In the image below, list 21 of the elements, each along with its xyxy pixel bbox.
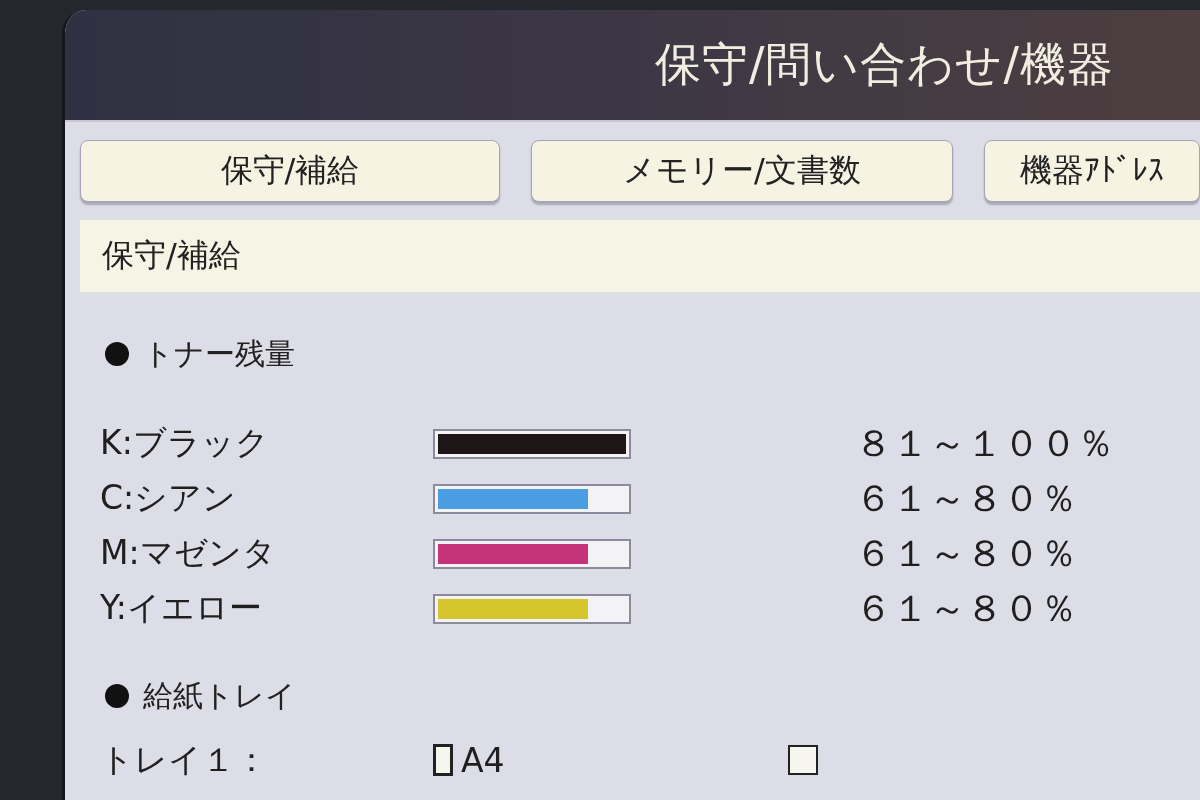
paper-size: A4 <box>461 740 505 780</box>
toner-label: Y:イエロー <box>100 587 262 629</box>
bullet-icon <box>105 684 129 708</box>
toner-heading: トナー残量 <box>143 334 295 373</box>
toner-label: M:マゼンタ <box>100 532 276 574</box>
paper-sheet-icon <box>433 744 453 776</box>
section-title: 保守/補給 <box>102 235 241 276</box>
tab[interactable]: メモリー/文書数 <box>531 140 953 202</box>
toner-reading: ６１～８０％ <box>855 475 1077 522</box>
toner-label: K:ブラック <box>100 422 269 464</box>
toner-reading: ８１～１００％ <box>855 420 1114 467</box>
toner-reading: ６１～８０％ <box>855 530 1077 577</box>
bullet-icon <box>105 342 129 366</box>
tray-label: トレイ１： <box>100 738 268 781</box>
paper-level-icon <box>788 745 818 775</box>
screen-title: 保守/問い合わせ/機器 <box>655 36 1114 93</box>
tray-heading: 給紙トレイ <box>143 676 296 715</box>
toner-label: C:シアン <box>100 477 237 519</box>
tab[interactable]: 機器ｱﾄﾞﾚｽ <box>984 140 1200 202</box>
tab[interactable]: 保守/補給 <box>80 140 500 202</box>
toner-reading: ６１～８０％ <box>855 585 1077 632</box>
